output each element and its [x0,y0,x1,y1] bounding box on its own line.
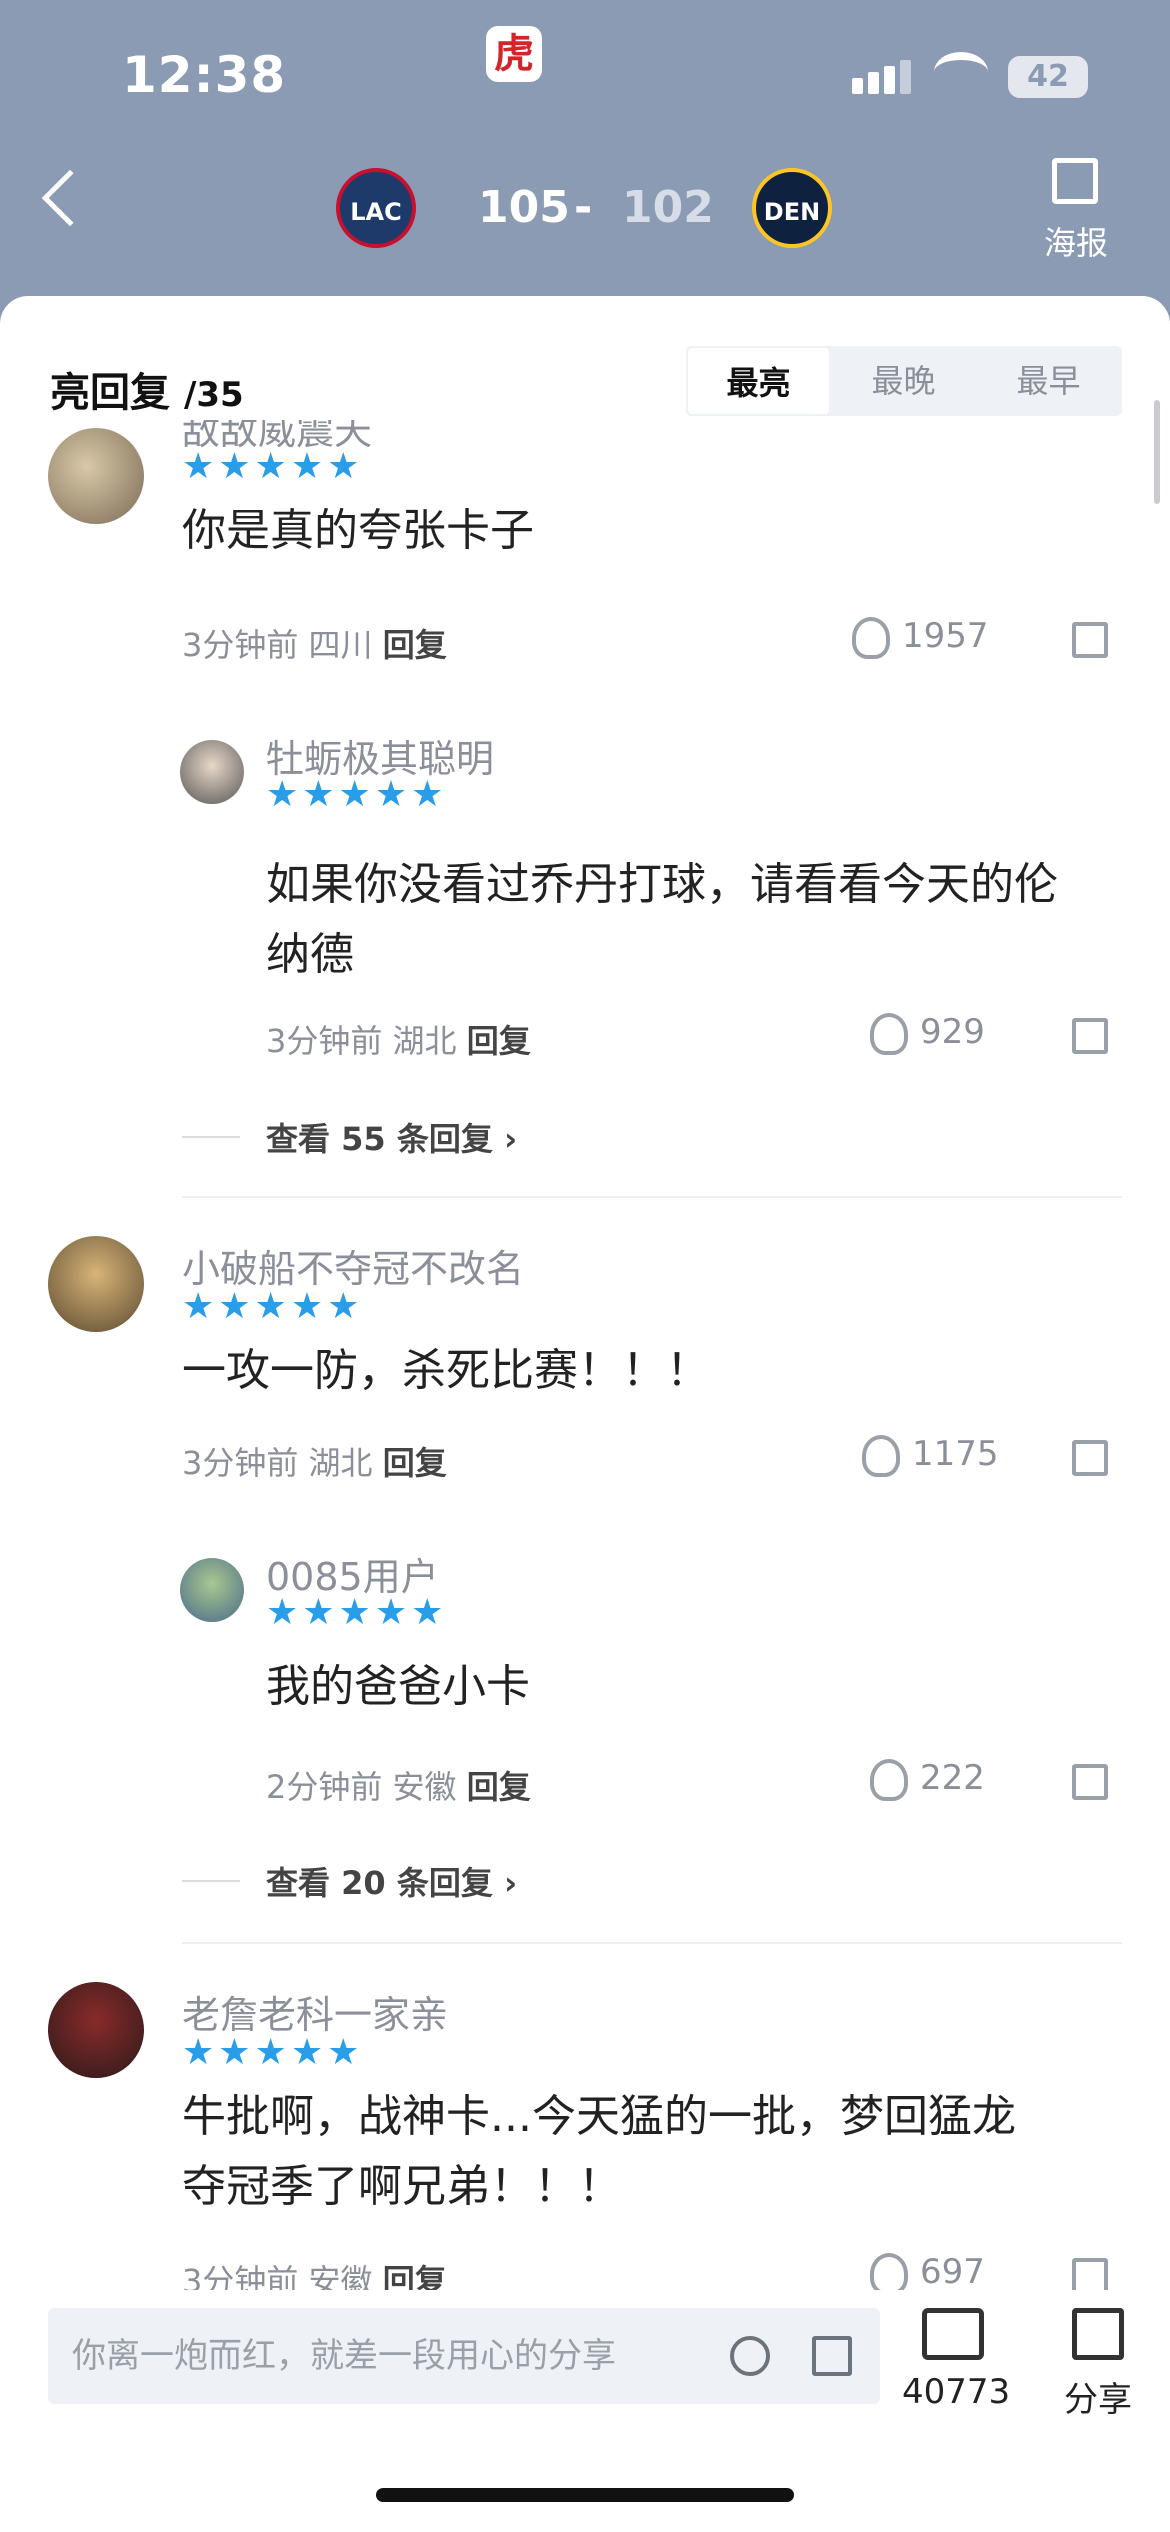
avatar[interactable] [48,428,144,524]
like-button[interactable]: 697 [870,2252,985,2295]
avatar[interactable] [48,1236,144,1332]
lightbulb-icon [862,1434,900,1477]
battery-icon: 42 [1008,56,1088,98]
back-button[interactable] [41,169,99,227]
view-more-label: 查看 20 条回复 [266,1864,493,1902]
section-title: 亮回复 /35 [50,360,244,418]
like-count: 222 [920,1758,985,1798]
like-count: 697 [920,2252,985,2292]
sort-tabs: 最亮 最晚 最早 [686,346,1122,416]
reply-button[interactable]: 回复 [383,626,447,664]
view-more-replies[interactable]: 查看 20 条回复 › [266,1858,517,1904]
reply-text: 我的爸爸小卡 [266,1661,530,1712]
divider [182,1942,1122,1944]
comment-username[interactable]: 小破船不夺冠不改名 [182,1238,524,1293]
avatar[interactable] [48,1982,144,2078]
lightbulb-icon [870,1758,908,1801]
reply-meta: 2分钟前 安徽 回复 [266,1762,531,1808]
lightbulb-icon [870,1012,908,1055]
comment-location: 四川 [308,626,373,664]
share-button-label[interactable]: 分享 [1064,2372,1132,2421]
comment-text: 一攻一防，杀死比赛！！！ [182,1345,710,1396]
like-button[interactable]: 1175 [862,1434,999,1477]
reply-button[interactable]: 回复 [383,1444,447,1482]
app-icon: 虎 [486,26,542,82]
view-more-replies[interactable]: 查看 55 条回复 › [266,1114,517,1160]
signal-icon [852,60,916,94]
comment-username[interactable]: 老詹老科一家亲 [182,1984,448,2039]
image-icon[interactable] [812,2336,852,2376]
reply-location: 安徽 [392,1768,457,1806]
reply-text-line1: 如果你没看过乔丹打球，请看看今天的伦 [266,859,1058,910]
divider [182,1880,240,1882]
comment-list: 敌敌威震天 ★★★★★ 你是真的夸张卡子 3分钟前 四川 回复 1957 牡蛎极… [0,420,1170,2300]
comment-count[interactable]: 40773 [902,2372,1010,2412]
like-button[interactable]: 929 [870,1012,985,1055]
comment-meta: 3分钟前 湖北 回复 [182,1438,447,1484]
score-separator: - [574,182,593,233]
comment-text-line2: 夺冠季了啊兄弟！！！ [182,2161,622,2212]
section-title-text: 亮回复 [50,370,170,416]
home-score: 105 [478,182,570,233]
avatar[interactable] [180,740,244,804]
comment-text-line1: 牛批啊，战神卡...今天猛的一批，梦回猛龙 [182,2091,1016,2142]
home-indicator[interactable] [376,2488,794,2502]
share-icon[interactable] [1072,1440,1108,1476]
comment-time: 3分钟前 [182,1444,299,1482]
divider [182,1136,240,1138]
like-count: 1175 [912,1434,999,1474]
share-icon[interactable] [1072,2258,1108,2294]
rating-stars: ★★★★★ [266,1592,448,1633]
lightbulb-icon [870,2252,908,2295]
reply-meta: 3分钟前 湖北 回复 [266,1016,531,1062]
tab-brightest[interactable]: 最亮 [686,346,831,416]
emoji-icon[interactable] [730,2336,770,2376]
away-score: 102 [622,182,714,233]
status-time: 12:38 [122,46,287,104]
away-team-logo[interactable]: DEN [752,168,832,248]
reply-location: 湖北 [392,1022,457,1060]
avatar[interactable] [180,1558,244,1622]
divider [182,1196,1122,1198]
reply-text-line2: 纳德 [266,929,354,980]
share-icon[interactable] [1072,1018,1108,1054]
comment-meta: 3分钟前 四川 回复 [182,620,447,666]
reply-button[interactable]: 回复 [467,1022,531,1060]
poster-button-label[interactable]: 海报 [1044,218,1108,264]
like-count: 929 [920,1012,985,1052]
reply-time: 3分钟前 [266,1022,383,1060]
section-count: /35 [183,375,244,415]
comment-text: 你是真的夸张卡子 [182,505,534,556]
like-button[interactable]: 1957 [852,616,989,659]
view-more-label: 查看 55 条回复 [266,1120,493,1158]
like-button[interactable]: 222 [870,1758,985,1801]
home-team-logo[interactable]: LAC [336,168,416,248]
comment-time: 3分钟前 [182,626,299,664]
reply-time: 2分钟前 [266,1768,383,1806]
share-icon[interactable] [1072,2308,1124,2360]
rating-stars: ★★★★★ [182,1286,364,1327]
like-count: 1957 [902,616,989,656]
poster-icon[interactable] [1052,158,1098,204]
reply-button[interactable]: 回复 [467,1768,531,1806]
rating-stars: ★★★★★ [182,2032,364,2073]
share-icon[interactable] [1072,1764,1108,1800]
tab-earliest[interactable]: 最早 [976,346,1121,416]
tab-latest[interactable]: 最晚 [831,346,976,416]
share-icon[interactable] [1072,622,1108,658]
rating-stars: ★★★★★ [182,446,364,487]
comment-icon[interactable] [922,2308,984,2360]
rating-stars: ★★★★★ [266,774,448,815]
lightbulb-icon [852,616,890,659]
comment-location: 湖北 [308,1444,373,1482]
wifi-icon [934,52,988,92]
